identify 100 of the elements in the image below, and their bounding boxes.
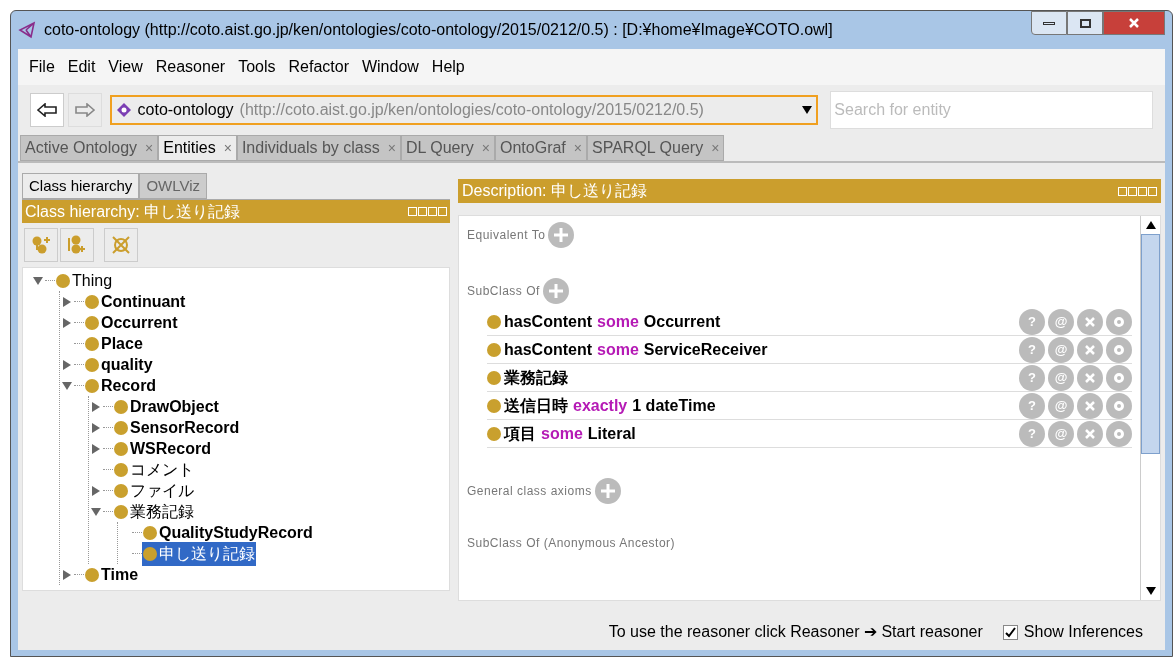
- tab[interactable]: Individuals by class ×: [236, 135, 401, 161]
- close-icon: [1128, 17, 1140, 29]
- delete-class-button[interactable]: [104, 228, 138, 262]
- class-icon: [85, 567, 99, 582]
- add-sibling-button[interactable]: [60, 228, 94, 262]
- tab[interactable]: OntoGraf ×: [495, 135, 587, 161]
- class-icon: [114, 462, 128, 477]
- menu-item[interactable]: File: [29, 55, 55, 79]
- show-inferences-checkbox[interactable]: [1002, 624, 1018, 640]
- close-icon: [1084, 371, 1096, 384]
- class-icon: [85, 294, 99, 309]
- menu-item[interactable]: Tools: [238, 55, 276, 79]
- axiom-text[interactable]: 送信日時 exactly 1 dateTime: [504, 393, 716, 418]
- menu-item[interactable]: Reasoner: [155, 55, 226, 79]
- section-label: SubClass Of (Anonymous Ancestor): [467, 535, 676, 552]
- scrollbar[interactable]: [1140, 216, 1160, 600]
- menu-item[interactable]: Refactor: [288, 55, 349, 79]
- collapsed-arrow-icon[interactable]: [62, 359, 72, 370]
- edit-button[interactable]: [1106, 420, 1132, 447]
- checkbox-label: Show Inferences: [1023, 622, 1143, 642]
- collapsed-arrow-icon[interactable]: [62, 296, 72, 307]
- scroll-down-icon[interactable]: [1145, 586, 1156, 596]
- class-icon: [114, 420, 128, 435]
- menu-item[interactable]: View: [108, 55, 143, 79]
- panel-controls-icon[interactable]: [408, 207, 447, 216]
- delete-button[interactable]: [1077, 420, 1103, 447]
- collapsed-arrow-icon[interactable]: [91, 422, 101, 433]
- add-subclass-button[interactable]: [24, 228, 58, 262]
- ontology-iri: (http://coto.aist.go.jp/ken/ontologies/coto-ontology/2015/0212/0.5): [239, 100, 704, 120]
- add-sibling-icon: [66, 234, 88, 256]
- class-icon: [114, 504, 128, 519]
- maximize-button[interactable]: [1067, 11, 1103, 35]
- tab[interactable]: OWLViz: [139, 173, 207, 199]
- class-icon: [487, 314, 501, 329]
- close-icon: [1084, 343, 1096, 356]
- close-button[interactable]: [1103, 11, 1165, 35]
- axiom-text[interactable]: hasContent some Occurrent: [504, 309, 721, 334]
- add-icon[interactable]: [548, 222, 575, 248]
- back-button[interactable]: [30, 93, 64, 127]
- search-field[interactable]: Search for entity: [830, 91, 1153, 129]
- section-label: Equivalent To: [467, 227, 546, 244]
- class-icon: [487, 370, 501, 385]
- forward-arrow-icon: [74, 103, 95, 117]
- delete-button[interactable]: [1077, 392, 1103, 419]
- delete-class-icon: [110, 234, 132, 256]
- class-icon: [114, 399, 128, 414]
- tab[interactable]: Active Ontology ×: [20, 135, 159, 161]
- class-icon: [487, 342, 501, 357]
- window-title: coto-ontology (http://coto.aist.go.jp/ken/ontologies/coto-ontology/2015/0212/0.5) : [D:¥home¥Image¥COTO.owl]: [44, 20, 833, 40]
- ontology-icon: [115, 102, 132, 118]
- edit-button[interactable]: [1106, 364, 1132, 391]
- menu-item[interactable]: Window: [361, 55, 419, 79]
- close-icon: [1084, 399, 1096, 412]
- axiom-text[interactable]: 業務記録: [504, 365, 568, 390]
- close-icon[interactable]: ×: [223, 137, 232, 159]
- delete-button[interactable]: [1077, 364, 1103, 391]
- delete-button[interactable]: [1077, 308, 1103, 335]
- tab[interactable]: SPARQL Query ×: [587, 135, 725, 161]
- axiom-text[interactable]: 項目 some Literal: [504, 421, 636, 446]
- class-icon: [114, 441, 128, 456]
- close-icon: [1084, 315, 1096, 328]
- class-icon: [143, 525, 157, 540]
- collapsed-arrow-icon[interactable]: [91, 401, 101, 412]
- tab[interactable]: DL Query ×: [400, 135, 495, 161]
- menu-item[interactable]: Edit: [67, 55, 96, 79]
- status-text: To use the reasoner click Reasoner ➔ Start reasoner: [608, 622, 983, 642]
- edit-button[interactable]: [1106, 308, 1132, 335]
- collapsed-arrow-icon[interactable]: [91, 443, 101, 454]
- add-subclass-icon: [30, 234, 52, 256]
- dropdown-caret-icon[interactable]: [802, 105, 813, 115]
- class-icon: [56, 273, 70, 288]
- close-icon: [1084, 427, 1096, 440]
- expanded-arrow-icon[interactable]: [62, 380, 72, 391]
- ontology-dropdown[interactable]: coto-ontology (http://coto.aist.go.jp/ken/ontologies/coto-ontology/2015/0212/0.5): [109, 95, 819, 125]
- add-icon[interactable]: [542, 278, 569, 304]
- expanded-arrow-icon[interactable]: [33, 275, 43, 286]
- minimize-button[interactable]: [1031, 11, 1067, 35]
- scroll-up-icon[interactable]: [1145, 220, 1156, 230]
- edit-button[interactable]: [1106, 392, 1132, 419]
- axiom-text[interactable]: hasContent some ServiceReceiver: [504, 337, 768, 362]
- delete-button[interactable]: [1077, 336, 1103, 363]
- expanded-arrow-icon[interactable]: [91, 506, 101, 517]
- tab[interactable]: Entities ×: [158, 135, 237, 161]
- menu-item[interactable]: Help: [431, 55, 465, 79]
- collapsed-arrow-icon[interactable]: [62, 317, 72, 328]
- panel-controls-icon[interactable]: [1118, 186, 1157, 196]
- tree-item[interactable]: 申し送り記録: [142, 541, 256, 566]
- class-icon: [487, 398, 501, 413]
- edit-button[interactable]: [1106, 336, 1132, 363]
- class-icon: [85, 378, 99, 393]
- tree-item[interactable]: Time: [84, 562, 140, 587]
- back-arrow-icon: [36, 103, 57, 117]
- class-icon: [114, 483, 128, 498]
- collapsed-arrow-icon[interactable]: [91, 485, 101, 496]
- collapsed-arrow-icon[interactable]: [62, 569, 72, 580]
- section-label: SubClass Of: [467, 283, 540, 300]
- panel-title: Description: 申し送り記録: [462, 181, 647, 201]
- tab[interactable]: Class hierarchy: [22, 173, 140, 199]
- add-icon[interactable]: [594, 478, 621, 504]
- ontology-name: coto-ontology: [137, 100, 234, 120]
